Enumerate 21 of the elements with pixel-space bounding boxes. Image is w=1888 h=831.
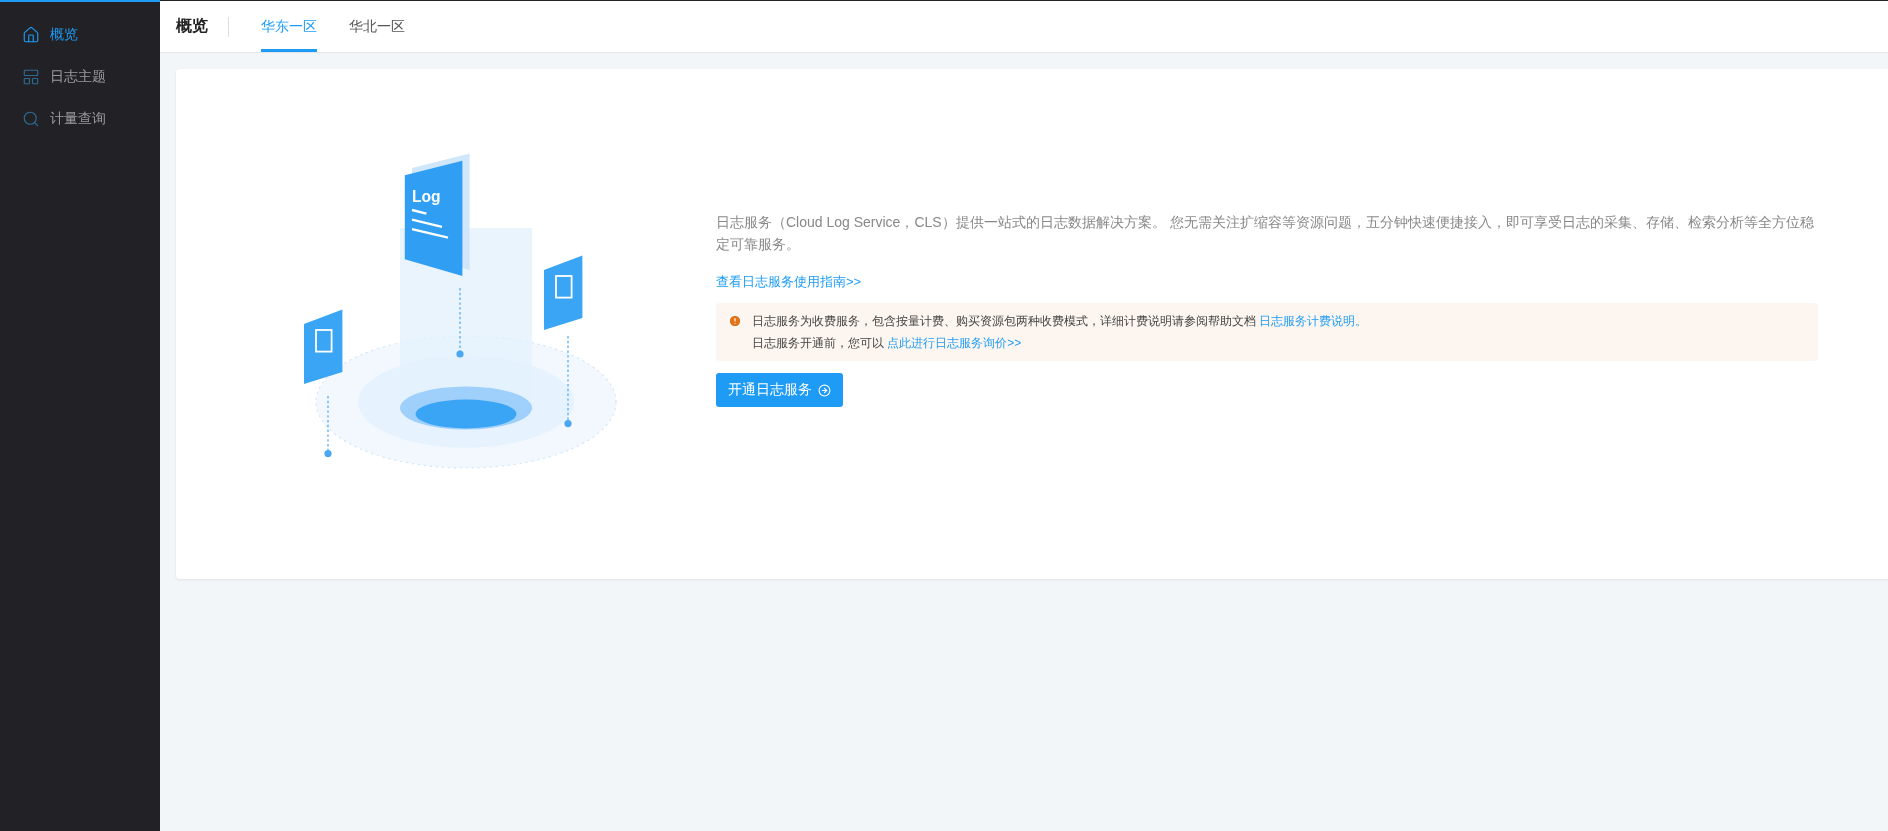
sidebar-label: 日志主题 — [50, 68, 106, 86]
service-description: 日志服务（Cloud Log Service，CLS）提供一站式的日志数据解决方案。 您无需关注扩缩容等资源问题，五分钟快速便捷接入，即可享受日志的采集、存储、检索分析等全方位稳定可靠服务。 — [716, 213, 1815, 254]
sidebar-label: 概览 — [50, 26, 78, 44]
sidebar-item[interactable]: 概览 — [0, 14, 160, 56]
activate-button[interactable]: 开通日志服务 — [716, 373, 843, 407]
notice-text: 日志服务为收费服务，包含按量计费、购买资源包两种收费模式，详细计费说明请参阅帮助文档 日志服务计费说明。 — [752, 313, 1368, 330]
home-icon — [22, 26, 40, 44]
search-icon — [22, 110, 40, 128]
billing-link[interactable]: 日志服务计费说明。 — [1259, 314, 1368, 328]
region-tab[interactable]: 华东一区 — [261, 1, 317, 52]
page-title: 概览 — [176, 16, 229, 37]
layout-icon — [22, 68, 40, 86]
guide-link[interactable]: 查看日志服务使用指南>> — [716, 273, 862, 291]
sidebar-item[interactable]: 计量查询 — [0, 98, 160, 140]
log-platform-drawing: Log — [304, 153, 617, 469]
sidebar-label: 计量查询 — [50, 110, 106, 128]
pricing-link[interactable]: 点此进行日志服务询价>> — [887, 336, 1022, 350]
warning-icon — [728, 314, 742, 328]
sidebar-item[interactable]: 日志主题 — [0, 56, 160, 98]
region-tab[interactable]: 华北一区 — [349, 1, 405, 52]
notice-text: 日志服务开通前，您可以 点此进行日志服务询价>> — [752, 335, 1023, 352]
